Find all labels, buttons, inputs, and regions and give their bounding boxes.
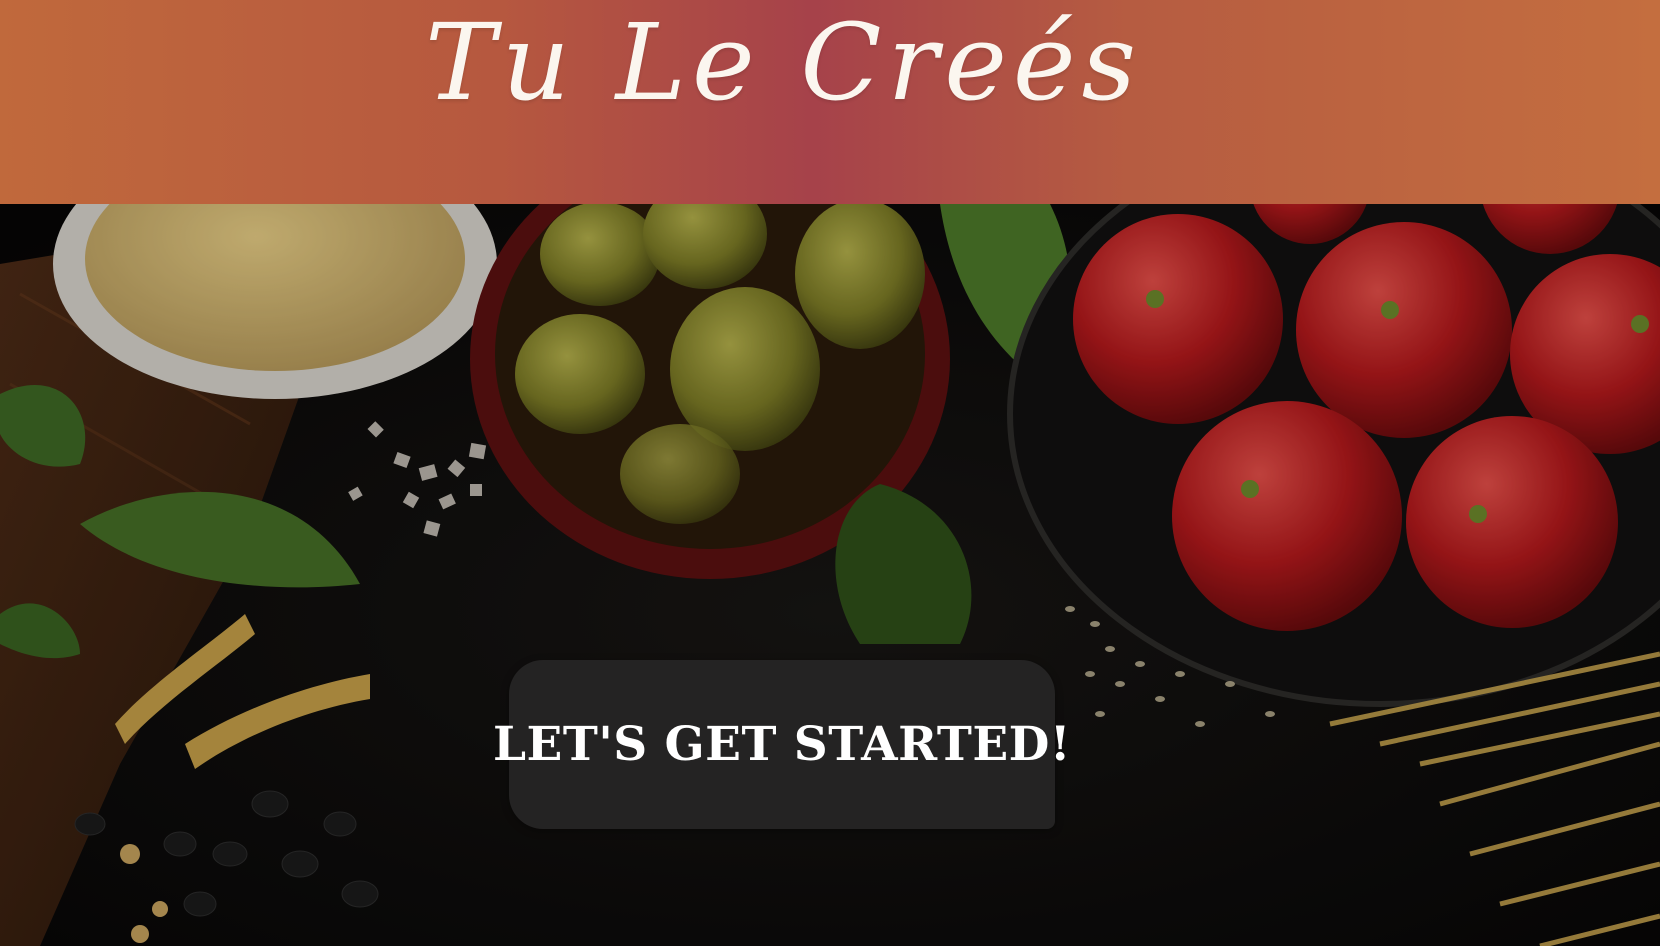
brand-title: Tu Le Creés [424, 1, 1143, 124]
hero-background-image [0, 204, 1660, 946]
get-started-button[interactable]: LET'S GET STARTED! [493, 660, 1071, 829]
header-banner: Tu Le Creés [0, 0, 1660, 204]
hero-section [0, 204, 1660, 946]
